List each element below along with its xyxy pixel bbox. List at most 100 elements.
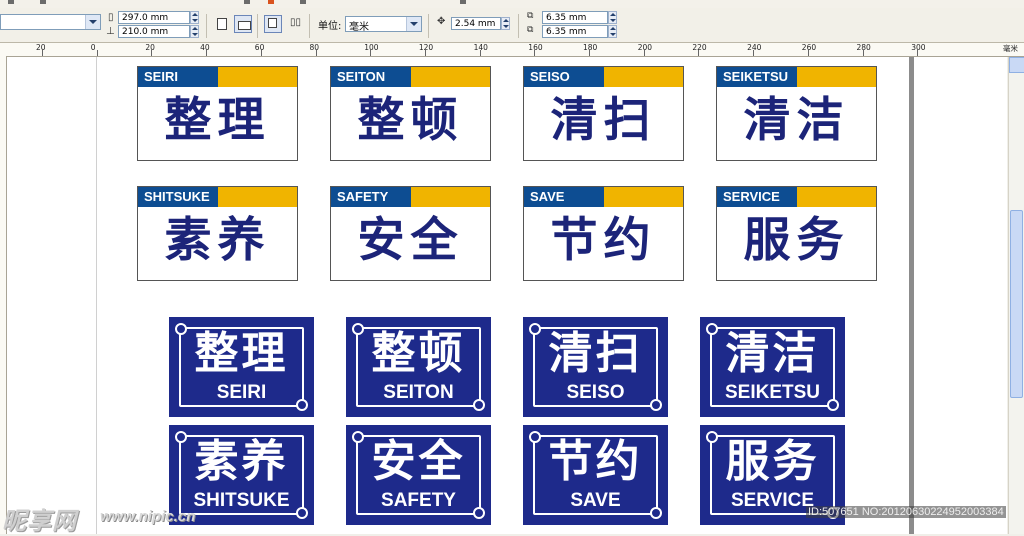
sign-chinese-text: 整理 — [164, 93, 271, 148]
ruler-label: 160 — [528, 43, 543, 52]
landscape-icon — [238, 21, 251, 30]
sign-english-label: SAFETY — [331, 187, 411, 207]
current-page-button[interactable]: ▯▯ — [287, 15, 305, 33]
sign-header-band: SEIKETSU — [717, 67, 876, 87]
page-height-icon: ⊥ — [106, 26, 115, 37]
all-pages-button[interactable] — [264, 15, 282, 33]
sign-english-label: SEITON — [331, 67, 411, 87]
watermark-id: ID:507651 NO:20120630224952003384 — [806, 506, 1006, 518]
sign-chinese-text: 服务 — [743, 213, 850, 268]
ruler-tick — [315, 50, 317, 56]
toolbar-icon[interactable] — [40, 0, 46, 4]
toolbar-icon[interactable] — [8, 0, 14, 4]
white-sign[interactable]: SHITSUKE 素养 — [137, 186, 298, 281]
sign-english-label: SEIKETSU — [717, 67, 797, 87]
ruler-unit: 毫米 — [1003, 44, 1018, 53]
blue-sign[interactable]: 整顿 SEITON — [346, 317, 491, 417]
toolbar-icon[interactable] — [300, 0, 306, 4]
sign-yellow-bar — [797, 187, 876, 207]
duplicate-x-field[interactable] — [542, 11, 608, 24]
sign-yellow-bar — [604, 67, 683, 87]
sign-english-text: SEITON — [383, 382, 454, 403]
sign-chinese-text: 素养 — [194, 436, 289, 487]
ruler-label: 40 — [200, 43, 210, 52]
ruler-tick — [753, 50, 755, 56]
sign-yellow-bar — [218, 67, 297, 87]
sign-chinese-text: 整顿 — [371, 328, 466, 379]
nudge-icon: ✥ — [437, 16, 446, 27]
property-bar: ▯ ⊥ ▯▯ 单位: 毫米 ✥ ⧉ ⧉ — [0, 8, 1024, 43]
toolbar-icon[interactable] — [460, 0, 466, 4]
ruler-label: 0 — [90, 43, 96, 52]
paper-size-combo[interactable] — [0, 14, 101, 30]
ruler-label: 120 — [418, 43, 434, 52]
page-left-edge — [96, 57, 97, 534]
ruler-tick — [862, 50, 864, 56]
portrait-button[interactable] — [213, 15, 231, 33]
white-sign[interactable]: SEITON 整顿 — [330, 66, 491, 161]
duplicate-y-icon: ⧉ — [527, 25, 534, 35]
toolbar-icon[interactable] — [268, 0, 274, 4]
page-width-stepper[interactable] — [190, 11, 199, 24]
units-select[interactable]: 毫米 — [345, 16, 422, 33]
watermark-url: www.nipic.cn — [100, 508, 196, 525]
toolbar-icon[interactable] — [244, 0, 250, 4]
white-sign[interactable]: SAVE 节约 — [523, 186, 684, 281]
white-sign[interactable]: SERVICE 服务 — [716, 186, 877, 281]
scrollbar-thumb[interactable] — [1010, 210, 1023, 398]
ruler-tick — [643, 50, 645, 56]
duplicate-y-field[interactable] — [542, 25, 608, 38]
sign-chinese-text: 清扫 — [548, 328, 643, 379]
ruler-tick — [424, 50, 426, 56]
watermark-logo: 昵享网 — [2, 507, 77, 535]
ruler-tick — [917, 50, 919, 56]
page-height-field[interactable] — [118, 25, 190, 38]
nudge-field[interactable] — [451, 17, 501, 30]
ruler-label: 300 — [911, 43, 926, 52]
blue-sign[interactable]: 整理 SEIRI — [169, 317, 314, 417]
page-height-stepper[interactable] — [190, 25, 199, 38]
ruler-tick — [370, 50, 372, 56]
sign-english-text: SAVE — [570, 490, 621, 511]
sign-english-label: SEISO — [524, 67, 604, 87]
ruler-label: 200 — [637, 43, 653, 52]
sign-chinese-text: 安全 — [371, 436, 466, 487]
vertical-ruler[interactable] — [0, 56, 7, 534]
blue-sign[interactable]: 清扫 SEISO — [523, 317, 668, 417]
white-sign[interactable]: SEISO 清扫 — [523, 66, 684, 161]
chevron-down-icon[interactable] — [85, 15, 100, 29]
divider — [428, 14, 429, 38]
drawing-canvas[interactable]: SEIRI 整理 SEITON 整顿 SEISO 清扫 SEIKETSU 清洁 SHITSUKE… — [7, 57, 1007, 534]
sign-header-band: SEITON — [331, 67, 490, 87]
sign-chinese-text: 节约 — [550, 213, 657, 268]
blue-sign[interactable]: 节约 SAVE — [523, 425, 668, 525]
ruler-label: 240 — [747, 43, 762, 52]
landscape-button[interactable] — [234, 15, 252, 33]
ruler-tick — [589, 50, 590, 56]
white-sign[interactable]: SEIKETSU 清洁 — [716, 66, 877, 161]
vertical-scrollbar[interactable] — [1008, 57, 1024, 534]
sign-chinese-text: 清扫 — [550, 93, 657, 148]
ruler-tick — [151, 50, 153, 56]
white-sign[interactable]: SEIRI 整理 — [137, 66, 298, 161]
divider — [309, 14, 310, 38]
sign-chinese-text: 服务 — [725, 436, 820, 487]
page-shadow — [909, 57, 914, 534]
duplicate-y-stepper[interactable] — [608, 25, 617, 38]
blue-sign[interactable]: 清洁 SEIKETSU — [700, 317, 845, 417]
sign-header-band: SAVE — [524, 187, 683, 207]
ruler-tick — [807, 50, 809, 56]
white-sign[interactable]: SAFETY 安全 — [330, 186, 491, 281]
sign-header-band: SERVICE — [717, 187, 876, 207]
page-width-field[interactable] — [118, 11, 190, 24]
ruler-label: 60 — [254, 43, 265, 52]
nudge-stepper[interactable] — [501, 17, 510, 30]
duplicate-x-stepper[interactable] — [608, 11, 617, 24]
divider — [518, 14, 519, 38]
blue-sign[interactable]: 安全 SAFETY — [346, 425, 491, 525]
horizontal-ruler[interactable]: 20 0 20 40 60 80 100 120 140 160 180 200 220 240 260 28… — [0, 43, 1024, 57]
chevron-down-icon[interactable] — [406, 17, 421, 31]
scroll-up-button[interactable] — [1009, 57, 1024, 73]
sign-english-text: SAFETY — [381, 490, 456, 511]
ruler-label: 20 — [145, 43, 155, 52]
